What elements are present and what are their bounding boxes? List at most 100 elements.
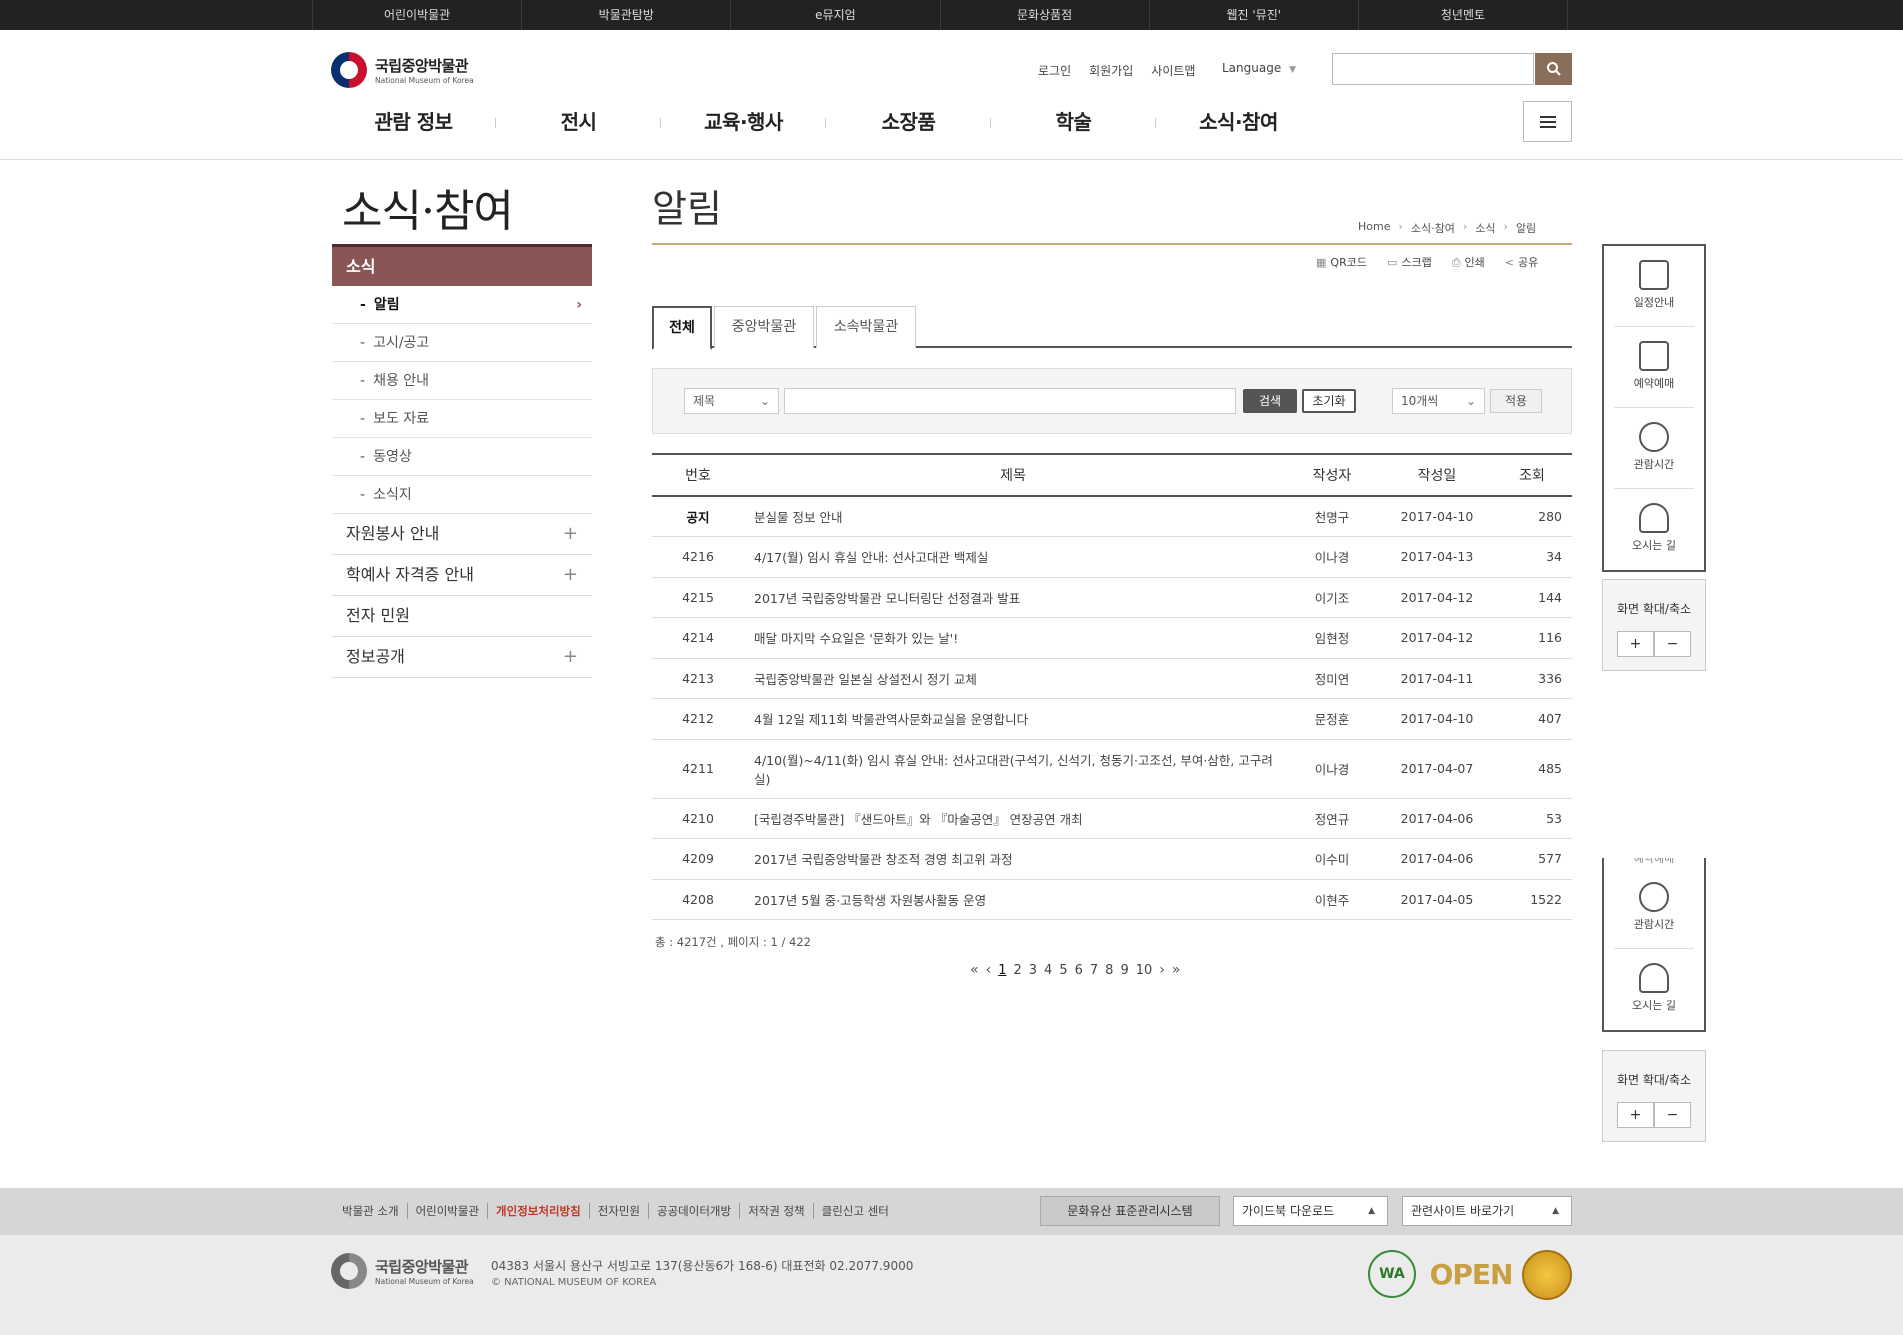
page-link[interactable]: 5 — [1059, 963, 1067, 978]
qr-button[interactable]: ▦ QR코드 — [1316, 254, 1367, 270]
table-row[interactable]: 4216 4/17(월) 임시 휴실 안내: 선사고대관 백제실 이나경 2017-0… — [652, 536, 1572, 578]
gnb-item-exhibition[interactable]: 전시 — [496, 100, 661, 144]
footer-link-clean[interactable]: 클린신고 센터 — [814, 1203, 897, 1219]
keyword-input[interactable] — [784, 388, 1236, 414]
table-row[interactable]: 4209 2017년 국립중앙박물관 창조적 경영 최고위 과정 이수미 2017-0… — [652, 838, 1572, 880]
page-link[interactable]: 10 — [1136, 963, 1153, 978]
table-row[interactable]: 4214 매달 마지막 수요일은 '문화가 있는 날'! 임현정 2017-04-12… — [652, 617, 1572, 659]
print-button[interactable]: ⎙ 인쇄 — [1452, 254, 1485, 270]
tab-central[interactable]: 중앙박물관 — [714, 306, 814, 348]
row-title-link[interactable]: 4/17(월) 임시 휴실 안내: 선사고대관 백제실 — [744, 536, 1282, 578]
guidebook-select[interactable]: 가이드북 다운로드 ▲ — [1233, 1196, 1388, 1226]
gnb-item-visit[interactable]: 관람 정보 — [331, 100, 496, 144]
zoom-out-button[interactable]: − — [1654, 631, 1691, 657]
zoom-in-button[interactable]: + — [1617, 631, 1654, 657]
quick-reservation[interactable]: 예약예매 — [1614, 327, 1694, 408]
breadcrumb-news[interactable]: 소식 — [1475, 220, 1495, 236]
search-button[interactable]: 검색 — [1243, 389, 1297, 413]
topbar-link-shop[interactable]: 문화상품점 — [941, 0, 1150, 30]
page-link[interactable]: 2 — [1013, 963, 1021, 978]
row-title-link[interactable]: 매달 마지막 수요일은 '문화가 있는 날'! — [744, 617, 1282, 659]
table-row[interactable]: 4208 2017년 5월 중·고등학생 자원봉사활동 운영 이현주 2017-04-… — [652, 879, 1572, 920]
quick-directions[interactable]: 오시는 길 — [1614, 489, 1694, 570]
reset-button[interactable]: 초기화 — [1302, 389, 1356, 413]
lnb-item-press[interactable]: - 보도 자료 — [332, 400, 592, 438]
lnb-item-newsletter[interactable]: - 소식지 — [332, 476, 592, 514]
next-page-button[interactable]: › — [1159, 962, 1165, 978]
heritage-standard-button[interactable]: 문화유산 표준관리시스템 — [1040, 1196, 1220, 1226]
page-link[interactable]: 8 — [1105, 963, 1113, 978]
row-title-link[interactable]: 4월 12일 제11회 박물관역사문화교실을 운영합니다 — [744, 698, 1282, 740]
table-row[interactable]: 4212 4월 12일 제11회 박물관역사문화교실을 운영합니다 문정훈 2017-… — [652, 698, 1572, 740]
page-link-current[interactable]: 1 — [998, 963, 1006, 978]
table-row[interactable]: 4215 2017년 국립중앙박물관 모니터링단 선정결과 발표 이기조 2017-0… — [652, 577, 1572, 618]
gnb-item-collection[interactable]: 소장품 — [826, 100, 991, 144]
table-row[interactable]: 공지 분실물 정보 안내 천명구 2017-04-10 280 — [652, 496, 1572, 537]
zoom-in-button[interactable]: + — [1617, 1102, 1654, 1128]
lnb-item-announcement[interactable]: - 고시/공고 — [332, 324, 592, 362]
lnb-section-news[interactable]: 소식 — [332, 244, 592, 286]
quick-hours[interactable]: 관람시간 — [1614, 408, 1694, 489]
breadcrumb-news-participation[interactable]: 소식·참여 — [1411, 220, 1455, 236]
site-logo[interactable]: 국립중앙박물관 National Museum of Korea — [331, 52, 474, 88]
apply-button[interactable]: 적용 — [1490, 389, 1542, 413]
search-field-select[interactable]: 제목 ⌄ — [684, 388, 779, 414]
scrap-button[interactable]: ▭ 스크랩 — [1387, 254, 1432, 270]
gnb-item-news[interactable]: 소식·참여 — [1156, 100, 1321, 144]
table-row[interactable]: 4210 [국립경주박물관] 『샌드아트』와 『마술공연』 연장공연 개최 정연규 2… — [652, 798, 1572, 839]
row-title-link[interactable]: 2017년 국립중앙박물관 모니터링단 선정결과 발표 — [744, 577, 1282, 618]
page-link[interactable]: 9 — [1120, 963, 1128, 978]
lnb-item-curator[interactable]: 학예사 자격증 안내 + — [332, 555, 592, 596]
zoom-out-button[interactable]: − — [1654, 1102, 1691, 1128]
tab-affiliated[interactable]: 소속박물관 — [816, 306, 916, 348]
topbar-link-mentor[interactable]: 청년멘토 — [1359, 0, 1569, 30]
tab-all[interactable]: 전체 — [652, 306, 712, 350]
sitemap-link[interactable]: 사이트맵 — [1151, 62, 1195, 79]
lnb-item-volunteer[interactable]: 자원봉사 안내 + — [332, 514, 592, 555]
lnb-item-petition[interactable]: 전자 민원 — [332, 596, 592, 637]
language-select[interactable]: Language ▼ — [1222, 61, 1300, 79]
topbar-link-tour[interactable]: 박물관탐방 — [522, 0, 732, 30]
page-link[interactable]: 4 — [1044, 963, 1052, 978]
row-title-link[interactable]: 2017년 5월 중·고등학생 자원봉사활동 운영 — [744, 879, 1282, 920]
topbar-link-emuseum[interactable]: e뮤지엄 — [731, 0, 941, 30]
page-link[interactable]: 6 — [1075, 963, 1083, 978]
footer-link-opendata[interactable]: 공공데이터개방 — [649, 1203, 741, 1219]
login-link[interactable]: 로그인 — [1038, 62, 1071, 79]
quick-hours[interactable]: 관람시간 — [1614, 868, 1694, 949]
row-title-link[interactable]: [국립경주박물관] 『샌드아트』와 『마술공연』 연장공연 개최 — [744, 798, 1282, 839]
breadcrumb-home[interactable]: Home — [1358, 220, 1390, 236]
row-title-link[interactable]: 2017년 국립중앙박물관 창조적 경영 최고위 과정 — [744, 838, 1282, 880]
last-page-button[interactable]: » — [1172, 962, 1181, 978]
topbar-link-kids[interactable]: 어린이박물관 — [313, 0, 523, 30]
footer-link-petition[interactable]: 전자민원 — [590, 1203, 650, 1219]
table-row[interactable]: 4211 4/10(월)~4/11(화) 임시 휴실 안내: 선사고대관(구석기,… — [652, 739, 1572, 799]
join-link[interactable]: 회원가입 — [1089, 62, 1133, 79]
row-title-link[interactable]: 분실물 정보 안내 — [744, 496, 1282, 537]
site-search-input[interactable] — [1332, 53, 1534, 85]
table-row[interactable]: 4213 국립중앙박물관 일본실 상설전시 정기 교체 정미연 2017-04-11 3… — [652, 658, 1572, 699]
footer-link-about[interactable]: 박물관 소개 — [342, 1203, 408, 1219]
row-title-link[interactable]: 국립중앙박물관 일본실 상설전시 정기 교체 — [744, 658, 1282, 699]
related-sites-select[interactable]: 관련사이트 바로가기 ▲ — [1402, 1196, 1572, 1226]
site-search-button[interactable] — [1535, 53, 1572, 85]
lnb-item-video[interactable]: - 동영상 — [332, 438, 592, 476]
lnb-item-recruit[interactable]: - 채용 안내 — [332, 362, 592, 400]
prev-page-button[interactable]: ‹ — [986, 962, 992, 978]
page-link[interactable]: 7 — [1090, 963, 1098, 978]
gnb-item-research[interactable]: 학술 — [991, 100, 1156, 144]
first-page-button[interactable]: « — [970, 962, 979, 978]
topbar-link-webzine[interactable]: 웹진 '뮤진' — [1150, 0, 1359, 30]
quick-directions[interactable]: 오시는 길 — [1614, 949, 1694, 1030]
footer-link-kids[interactable]: 어린이박물관 — [408, 1203, 489, 1219]
lnb-item-disclosure[interactable]: 정보공개 + — [332, 637, 592, 678]
share-button[interactable]: < 공유 — [1505, 254, 1538, 270]
quick-schedule[interactable]: 일정안내 — [1614, 246, 1694, 327]
footer-link-copyright[interactable]: 저작권 정책 — [740, 1203, 814, 1219]
footer-link-privacy[interactable]: 개인정보처리방침 — [488, 1203, 590, 1219]
all-menu-button[interactable] — [1523, 101, 1572, 142]
page-link[interactable]: 3 — [1029, 963, 1037, 978]
lnb-item-notice[interactable]: - 알림 › — [332, 286, 592, 324]
gnb-item-education[interactable]: 교육·행사 — [661, 100, 826, 144]
page-size-select[interactable]: 10개씩 ⌄ — [1392, 388, 1485, 414]
